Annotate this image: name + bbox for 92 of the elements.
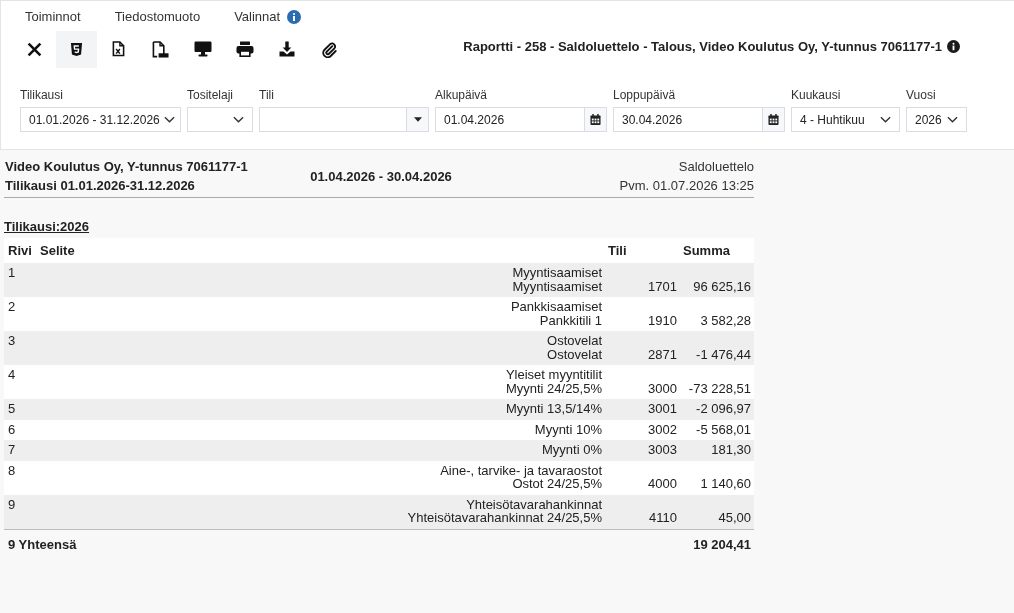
total-amount: 19 204,41 xyxy=(693,537,751,552)
report-name: Saldoluettelo xyxy=(678,158,754,176)
field-label: Tili xyxy=(259,88,275,103)
field-label: Alkupäivä xyxy=(435,88,489,103)
table-cell-text: 7 xyxy=(7,443,17,457)
download-icon xyxy=(278,41,295,57)
group-name: Ostovelat xyxy=(547,334,602,348)
select-field[interactable] xyxy=(187,107,253,132)
table-cell-text: 3003 xyxy=(647,443,678,457)
table-cell-text: 4 xyxy=(7,368,17,382)
fiscal-period: Tilikausi 01.01.2026-31.12.2026 xyxy=(5,177,196,195)
column-header: Tili xyxy=(607,244,628,258)
field-label: Loppupäivä xyxy=(613,88,677,103)
monitor-icon xyxy=(193,41,212,57)
table-cell-text: 3001 xyxy=(647,402,678,416)
table-cell-text: -2 096,97 xyxy=(695,402,752,416)
combo-field[interactable] xyxy=(259,107,429,132)
calendar-icon xyxy=(768,114,779,125)
report-title: Raportti - 258 - Saldoluettelo - Talous, Video Koulutus Oy, Y-tunnus 7061177-1 xyxy=(463,38,942,54)
account-name: Myynti 24/25,5% xyxy=(505,381,602,395)
date-range: 01.04.2026 - 30.04.2026 xyxy=(310,167,452,186)
account-name: Pankkitili 1 xyxy=(539,313,602,327)
table-cell-text: 8 xyxy=(7,463,17,477)
caret-down-icon xyxy=(413,117,422,122)
spreadsheet-file-icon xyxy=(112,41,125,57)
account-name: Myynti 13,5/14% xyxy=(505,402,602,416)
field-label: Kuukausi xyxy=(791,88,842,103)
printer-icon xyxy=(235,41,254,57)
chevron-down-icon xyxy=(947,116,958,123)
table-cell-text: 4110 xyxy=(648,511,678,525)
table-cell-text: -5 568,01 xyxy=(695,422,752,436)
account-name: Myynti 0% xyxy=(542,443,602,457)
html5-shield-icon xyxy=(70,41,83,57)
account-name: Myyntisaamiset xyxy=(512,279,602,293)
table-cell-text: 96 625,16 xyxy=(692,279,752,293)
group-name: Yleiset myyntitilit xyxy=(505,368,602,382)
group-name: Pankkisaamiset xyxy=(510,300,602,314)
account-name: Ostot 24/25,5% xyxy=(512,477,602,491)
calendar-icon xyxy=(590,114,601,125)
pdf-file-icon xyxy=(152,40,169,58)
calendar-button[interactable] xyxy=(584,108,606,131)
table-cell-text: 1 140,60 xyxy=(699,477,752,491)
html-button[interactable] xyxy=(56,30,97,68)
chevron-down-icon xyxy=(233,116,244,123)
total-label: 9 Yhteensä xyxy=(8,537,77,552)
info-icon[interactable] xyxy=(947,39,960,53)
column-header: Rivi xyxy=(7,244,33,258)
group-name: Aine-, tarvike- ja tavaraostot xyxy=(440,463,602,477)
table-cell-text: 3002 xyxy=(647,422,678,436)
account-name: Myynti 10% xyxy=(534,422,602,436)
company-name: Video Koulutus Oy, Y-tunnus 7061177-1 xyxy=(5,158,249,176)
field-label: Vuosi xyxy=(906,88,937,103)
column-header: Selite xyxy=(39,244,76,258)
field-label: Tositelaji xyxy=(187,88,235,103)
section-title: Tilikausi:2026 xyxy=(4,219,90,234)
table-cell-text: 4000 xyxy=(647,477,678,491)
table-cell-text: 5 xyxy=(7,402,17,416)
menu-item[interactable]: Tiedostomuoto xyxy=(114,8,201,25)
paperclip-icon xyxy=(320,40,337,58)
chevron-down-icon xyxy=(880,116,891,123)
chevron-down-icon xyxy=(163,116,175,123)
date-field[interactable]: 01.04.2026 xyxy=(435,107,607,132)
table-cell-text: 6 xyxy=(7,422,17,436)
table-cell-text: 2 xyxy=(7,300,17,314)
field-label: Tilikausi xyxy=(20,88,64,103)
select-field[interactable]: 01.01.2026 - 31.12.2026 xyxy=(20,107,181,132)
menu-item[interactable]: Toiminnot xyxy=(25,8,81,25)
table-cell-text: 181,30 xyxy=(710,443,752,457)
print-date: Pvm. 01.07.2026 13:25 xyxy=(619,177,754,195)
account-name: Yhteisötavarahankinnat 24/25,5% xyxy=(407,511,602,525)
table-cell-text: 9 xyxy=(7,497,17,511)
table-cell-text: 1 xyxy=(7,266,17,280)
table-cell-text: 1910 xyxy=(647,313,678,327)
table-cell-text: -73 228,51 xyxy=(687,381,752,395)
column-header: Summa xyxy=(682,244,731,258)
close-icon xyxy=(27,41,42,57)
dropdown-button[interactable] xyxy=(406,108,428,131)
table-cell-text: 3 xyxy=(7,334,17,348)
date-field[interactable]: 30.04.2026 xyxy=(613,107,785,132)
account-name: Ostovelat xyxy=(547,347,602,361)
calendar-button[interactable] xyxy=(762,108,784,131)
menu-item[interactable]: Valinnat xyxy=(234,8,281,25)
select-field[interactable]: 4 - Huhtikuu xyxy=(791,107,900,132)
table-cell-text: 2871 xyxy=(647,347,678,361)
table-cell-text: -1 476,44 xyxy=(695,347,752,361)
table-cell-text: 1701 xyxy=(647,279,678,293)
group-name: Myyntisaamiset xyxy=(512,266,602,280)
select-field[interactable]: 2026 xyxy=(906,107,967,132)
group-name: Yhteisötavarahankinnat xyxy=(466,497,602,511)
table-cell-text: 3000 xyxy=(647,381,678,395)
table-cell-text: 45,00 xyxy=(717,511,752,525)
table-cell-text: 3 582,28 xyxy=(699,313,752,327)
